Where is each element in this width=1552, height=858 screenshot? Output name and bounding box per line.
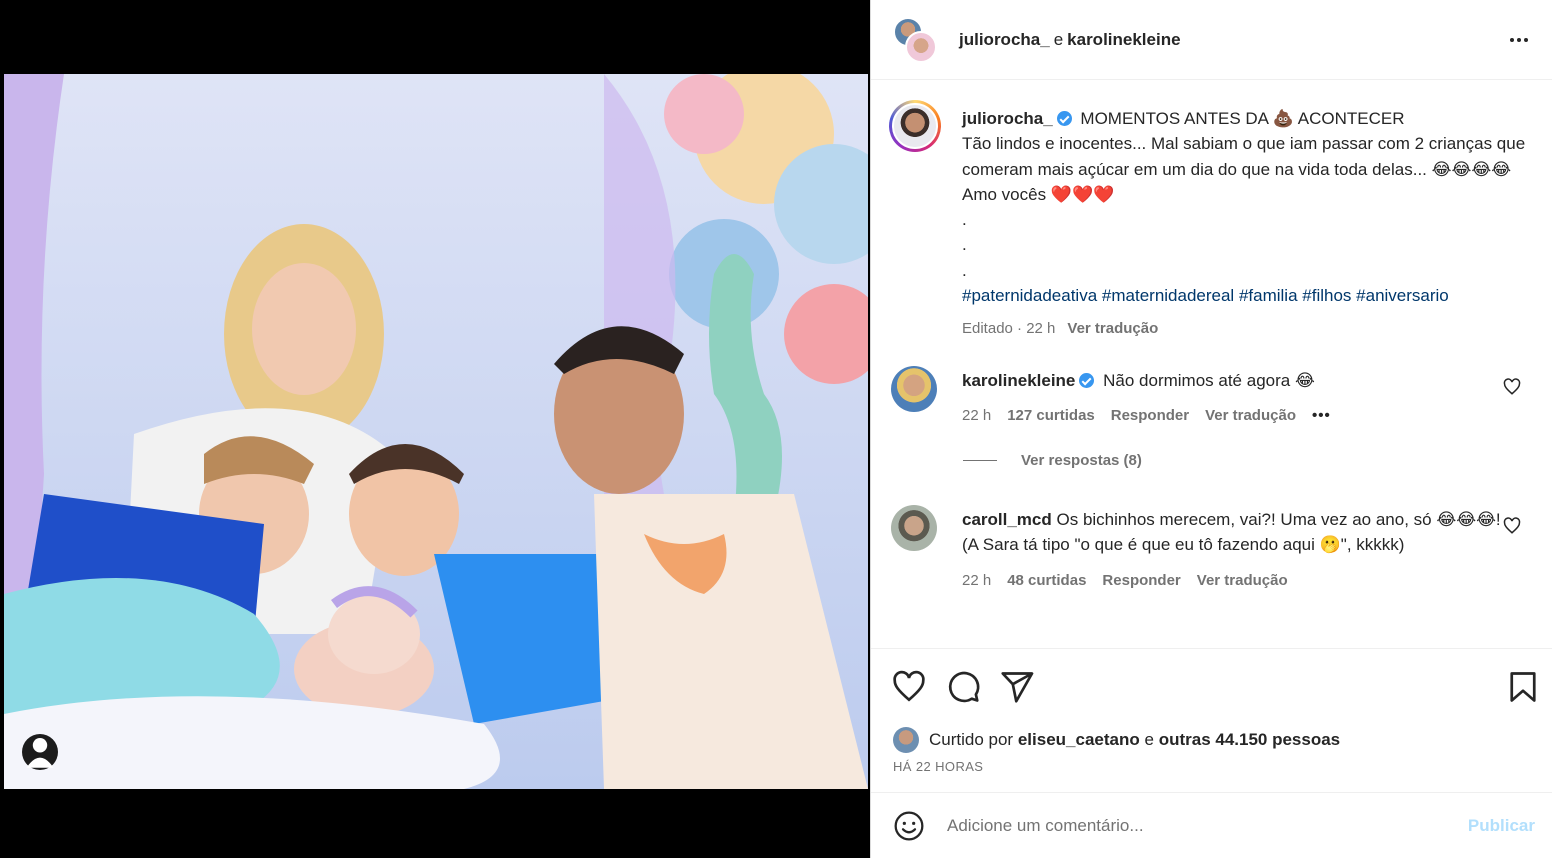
comment-time: 22 h (962, 571, 992, 589)
post-actions: Curtido por eliseu_caetano e outras 44.1… (871, 648, 1552, 808)
verified-badge-icon (1079, 373, 1095, 388)
caption-dot: . (962, 235, 967, 255)
post-photo[interactable] (4, 74, 868, 789)
collab-username-link[interactable]: karolinekleine (1067, 30, 1180, 49)
likes-summary: Curtido por eliseu_caetano e outras 44.1… (893, 727, 1340, 753)
edited-timestamp: Editado · 22 h (962, 320, 1056, 338)
bookmark-icon (1510, 672, 1536, 702)
post-timestamp: HÁ 22 HORAS (893, 759, 984, 774)
others-likes-link[interactable]: outras 44.150 pessoas (1159, 730, 1340, 750)
family-photo-illustration (4, 74, 868, 789)
avatar[interactable] (891, 505, 937, 551)
post-sidebar: juliorocha_ e karolinekleine juliorocha_ M… (870, 0, 1552, 858)
caption-username-link[interactable]: juliorocha_ (962, 109, 1053, 128)
comment-username-link[interactable]: karolinekleine (962, 371, 1075, 390)
more-options-button[interactable] (1507, 28, 1531, 52)
avatar (905, 30, 937, 63)
publish-button[interactable]: Publicar (1468, 816, 1535, 836)
caption-dot: . (962, 210, 967, 230)
hashtag-link[interactable]: #filhos (1302, 286, 1351, 305)
more-horizontal-icon (1510, 38, 1514, 42)
author-avatar[interactable] (889, 100, 941, 152)
avatar-image (892, 103, 938, 149)
user-tag-button[interactable] (22, 734, 58, 770)
collab-avatars[interactable] (893, 16, 939, 63)
share-icon[interactable] (999, 669, 1035, 705)
caption-body: juliorocha_ MOMENTOS ANTES DA 💩 ACONTECE… (962, 106, 1532, 342)
comment-input[interactable] (947, 815, 1447, 836)
instagram-post-modal: juliorocha_ e karolinekleine juliorocha_ M… (0, 0, 1552, 858)
media-pane (0, 0, 870, 858)
hashtag-link[interactable]: #paternidadeativa (962, 286, 1097, 305)
hashtag-link[interactable]: #familia (1239, 286, 1298, 305)
heart-icon[interactable] (1503, 517, 1521, 535)
verified-badge-icon (1056, 111, 1072, 126)
more-dot (1517, 38, 1521, 42)
translate-link[interactable]: Ver tradução (1067, 320, 1158, 337)
comment-body: caroll_mcd Os bichinhos merecem, vai?! U… (962, 507, 1502, 593)
view-replies-label: Ver respostas (8) (1021, 452, 1142, 469)
liker-username-link[interactable]: eliseu_caetano (1018, 730, 1140, 750)
comment-text: Não dormimos até agora 😂 (1103, 371, 1315, 390)
add-comment-bar: Publicar (871, 792, 1552, 858)
author-username-link[interactable]: juliorocha_ (959, 30, 1050, 49)
likes-conjunction: e (1144, 730, 1154, 749)
comment-likes-link[interactable]: 127 curtidas (1007, 403, 1095, 428)
hashtag-link[interactable]: #maternidadereal (1102, 286, 1234, 305)
comment-time: 22 h (962, 407, 992, 425)
save-button[interactable] (1505, 669, 1541, 710)
post-header: juliorocha_ e karolinekleine (871, 0, 1552, 80)
caption-first-line: juliorocha_ MOMENTOS ANTES DA 💩 ACONTECE… (962, 106, 1532, 131)
view-replies-button[interactable]: Ver respostas (8) (963, 452, 1142, 469)
conjunction: e (1053, 29, 1064, 49)
collab-names: juliorocha_ e karolinekleine (959, 30, 1181, 50)
caption-text: Tão lindos e inocentes... Mal sabiam o q… (962, 134, 1526, 204)
comment-body: karolinekleine Não dormimos até agora 😂 … (962, 368, 1502, 429)
comment-likes-link[interactable]: 48 curtidas (1007, 568, 1086, 593)
hashtags: #paternidadeativa #maternidadereal #fami… (962, 283, 1532, 308)
caption-meta: Editado · 22 h Ver tradução (962, 316, 1532, 341)
comment-meta: 22 h 48 curtidas Responder Ver tradução (962, 568, 1502, 593)
avatar[interactable] (893, 727, 919, 753)
heart-icon[interactable] (891, 669, 927, 705)
translate-link[interactable]: Ver tradução (1205, 403, 1296, 428)
caption-dot: . (962, 260, 967, 280)
comment-username-link[interactable]: caroll_mcd (962, 510, 1052, 529)
comment-icon[interactable] (945, 669, 981, 705)
hashtag-link[interactable]: #aniversario (1356, 286, 1449, 305)
translate-link[interactable]: Ver tradução (1197, 568, 1288, 593)
more-dot (1524, 38, 1528, 42)
action-buttons (891, 669, 1035, 705)
replies-divider (963, 460, 997, 461)
user-icon (26, 738, 54, 768)
avatar[interactable] (891, 366, 937, 412)
emoji-icon[interactable] (893, 810, 925, 842)
heart-icon[interactable] (1503, 378, 1521, 396)
comment-more-button[interactable]: ••• (1312, 403, 1331, 428)
reply-button[interactable]: Responder (1111, 403, 1189, 428)
likes-prefix: Curtido por (929, 730, 1014, 749)
comment-meta: 22 h 127 curtidas Responder Ver tradução… (962, 403, 1502, 428)
reply-button[interactable]: Responder (1102, 568, 1180, 593)
caption-headline: MOMENTOS ANTES DA 💩 ACONTECER (1080, 109, 1405, 128)
